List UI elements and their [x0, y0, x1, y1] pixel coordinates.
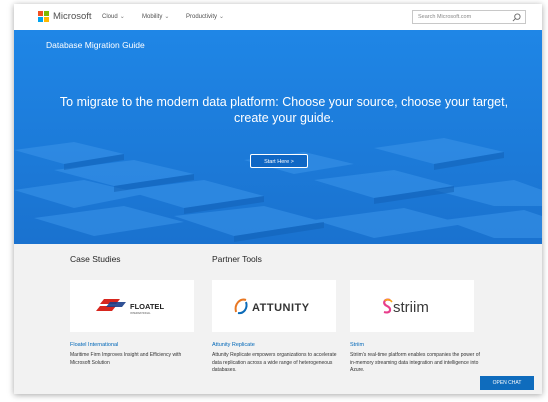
nav-item-cloud[interactable]: Cloud ⌄	[102, 13, 125, 20]
hero-banner: Database Migration Guide To migrate to t…	[14, 30, 542, 244]
top-nav: Microsoft Cloud ⌄ Mobility ⌄ Productivity ⌄…	[14, 4, 542, 31]
chevron-down-icon: ⌄	[219, 14, 225, 20]
content-section: Case Studies Partner Tools FLOATEL INTER…	[14, 244, 542, 394]
floatel-card[interactable]: FLOATEL INTERNATIONAL	[70, 280, 194, 332]
nav-item-label: Productivity	[186, 14, 218, 20]
start-here-button[interactable]: Start Here >	[250, 154, 308, 168]
search-placeholder: Search Microsoft.com	[418, 14, 472, 20]
floatel-card-desc: Maritime Firm Improves Insight and Effic…	[70, 352, 182, 366]
nav-item-label: Mobility	[142, 14, 163, 20]
floatel-logo-subtext: INTERNATIONAL	[130, 311, 151, 315]
search-input[interactable]: Search Microsoft.com	[412, 10, 526, 24]
floatel-logo: FLOATEL INTERNATIONAL	[96, 299, 164, 315]
striim-logo-text: striim	[393, 299, 429, 316]
hero-headline: To migrate to the modern data platform: …	[59, 95, 509, 125]
attunity-card-desc: Attunity Replicate empowers organization…	[212, 352, 337, 373]
nav-item-productivity[interactable]: Productivity ⌄	[186, 13, 224, 20]
nav-item-label: Cloud	[102, 14, 118, 20]
chevron-down-icon: ⌄	[164, 14, 170, 20]
partner-tools-heading: Partner Tools	[212, 254, 262, 264]
attunity-logo: ATTUNITY	[234, 298, 310, 315]
search-icon[interactable]	[512, 13, 521, 22]
attunity-logo-text: ATTUNITY	[252, 302, 310, 314]
nav-item-mobility[interactable]: Mobility ⌄	[142, 13, 169, 20]
floatel-logo-text: FLOATEL	[130, 302, 164, 311]
attunity-card[interactable]: ATTUNITY	[212, 280, 336, 332]
page-title: Database Migration Guide	[46, 40, 145, 50]
browser-page: Microsoft Cloud ⌄ Mobility ⌄ Productivity ⌄…	[14, 4, 542, 394]
chevron-down-icon: ⌄	[119, 14, 125, 20]
floatel-card-title[interactable]: Floatel International	[70, 342, 118, 348]
case-studies-heading: Case Studies	[70, 254, 121, 264]
attunity-card-title[interactable]: Attunity Replicate	[212, 342, 255, 348]
striim-card-title[interactable]: Striim	[350, 342, 364, 348]
striim-logo: striim	[383, 298, 429, 316]
striim-card[interactable]: striim	[350, 280, 474, 332]
microsoft-logo-icon[interactable]	[38, 11, 49, 22]
hero-background-graphic	[14, 30, 542, 244]
open-chat-button[interactable]: OPEN CHAT	[480, 376, 534, 390]
brand-name[interactable]: Microsoft	[53, 11, 92, 22]
striim-card-desc: Striim's real-time platform enables comp…	[350, 352, 480, 373]
